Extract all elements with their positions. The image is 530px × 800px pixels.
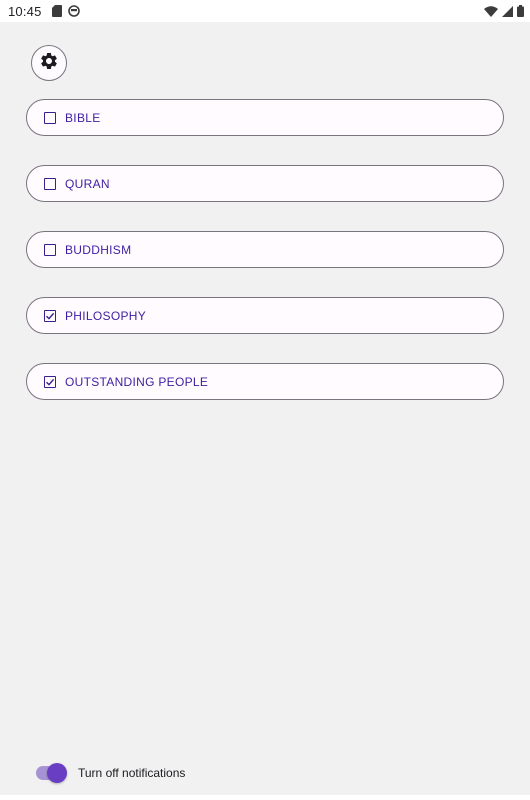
notifications-row: Turn off notifications (36, 763, 186, 783)
option-label: BIBLE (65, 110, 101, 125)
status-left: 10:45 (8, 4, 80, 19)
option-label: OUTSTANDING PEOPLE (65, 374, 209, 389)
switch-thumb (47, 763, 67, 783)
option-outstanding-people[interactable]: OUTSTANDING PEOPLE (26, 363, 504, 400)
status-bar: 10:45 (0, 0, 530, 22)
option-label: QURAN (65, 176, 110, 191)
option-bible[interactable]: BIBLE (26, 99, 504, 136)
app-content: BIBLE QURAN BUDDHISM PHILOSOPHY OUTSTAND… (0, 22, 530, 800)
app-notification-icon (67, 5, 80, 17)
option-buddhism[interactable]: BUDDHISM (26, 231, 504, 268)
checkbox-checked-icon[interactable] (44, 309, 56, 322)
notifications-switch[interactable] (36, 763, 67, 783)
settings-button[interactable] (31, 45, 67, 81)
category-options: BIBLE QURAN BUDDHISM PHILOSOPHY OUTSTAND… (26, 99, 504, 429)
checkbox-unchecked-icon[interactable] (44, 111, 56, 124)
option-label: PHILOSOPHY (65, 308, 147, 323)
navigation-bar (0, 795, 530, 800)
status-right (484, 5, 524, 17)
gear-icon (39, 51, 59, 76)
wifi-icon (484, 5, 498, 17)
battery-icon (517, 5, 524, 17)
signal-icon (502, 5, 513, 17)
option-philosophy[interactable]: PHILOSOPHY (26, 297, 504, 334)
notifications-label: Turn off notifications (78, 766, 186, 780)
checkbox-checked-icon[interactable] (44, 375, 56, 388)
sd-card-icon (51, 5, 62, 17)
checkbox-unchecked-icon[interactable] (44, 177, 56, 190)
option-label: BUDDHISM (65, 242, 132, 257)
checkbox-unchecked-icon[interactable] (44, 243, 56, 256)
option-quran[interactable]: QURAN (26, 165, 504, 202)
status-time: 10:45 (8, 3, 42, 19)
